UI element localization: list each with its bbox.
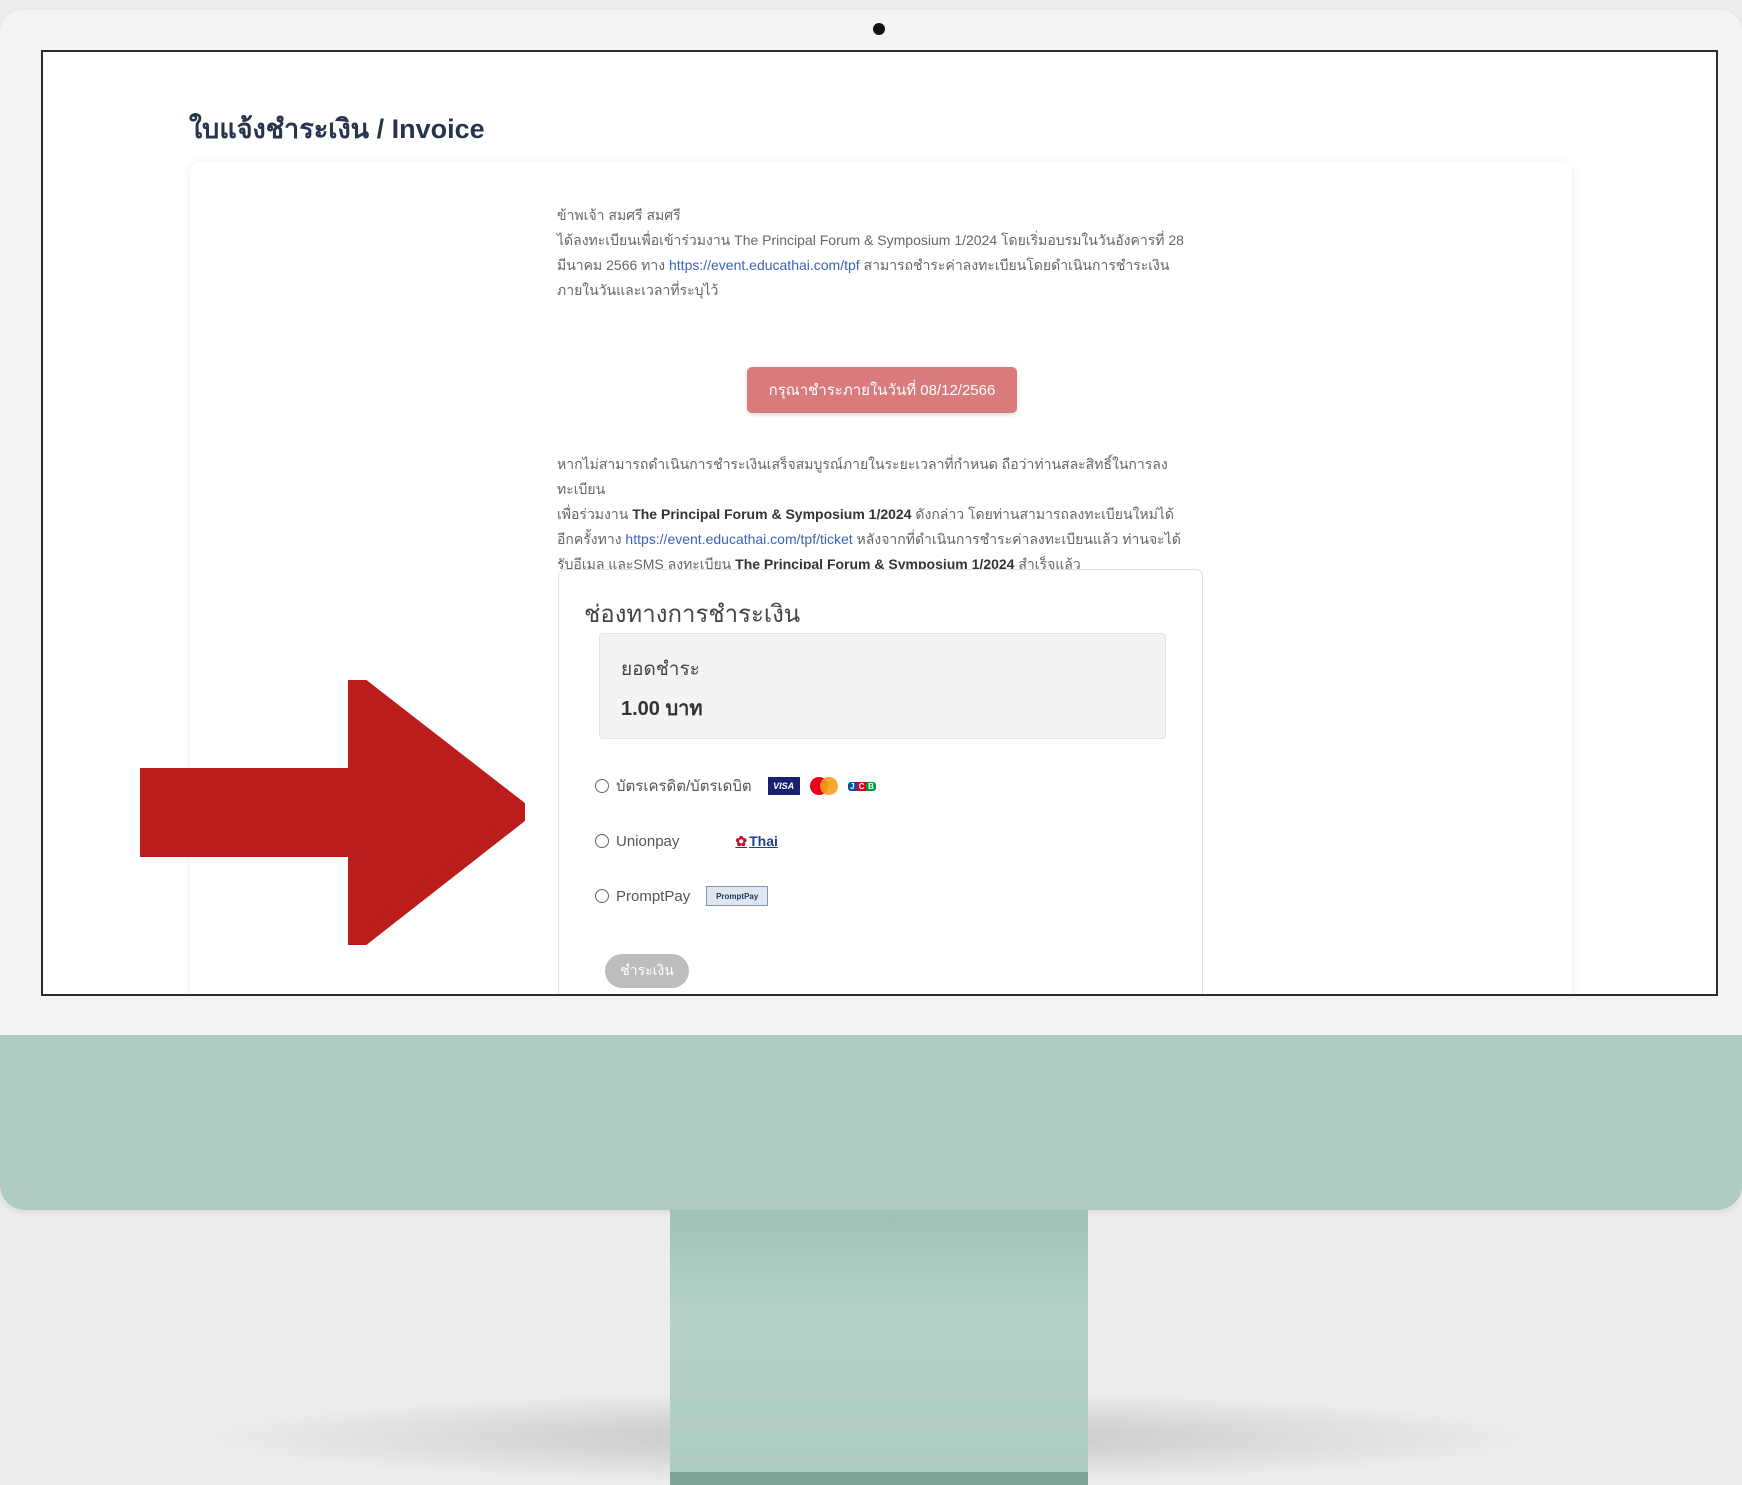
- intro-text-segment: สามารถชำระค่าลงทะเบียนโดยดำเนินการชำระเง…: [859, 257, 1170, 273]
- event-link[interactable]: https://event.educathai.com/tpf: [669, 257, 860, 273]
- unionpay-icon: [693, 832, 727, 850]
- payment-option-unionpay[interactable]: Unionpay ✿ Thai: [595, 829, 788, 853]
- payment-panel: ช่องทางการชำระเงิน ยอดชำระ 1.00 บาท บัตร…: [558, 569, 1203, 994]
- pay-button[interactable]: ชำระเงิน: [605, 954, 689, 988]
- option-label: PromptPay: [616, 887, 691, 905]
- notice-line: อีกครั้งทาง https://event.educathai.com/…: [557, 527, 1207, 552]
- intro-line: ภายในวันและเวลาที่ระบุไว้: [557, 282, 719, 298]
- mastercard-icon: [809, 776, 838, 796]
- payment-option-card[interactable]: บัตรเครดิต/บัตรเดบิต VISA JCB: [595, 774, 886, 798]
- intro-line: ได้ลงทะเบียนเพื่อเข้าร่วมงาน The Princip…: [557, 232, 1184, 248]
- notice-segment: หลังจากที่ดำเนินการชำระค่าลงทะเบียนแล้ว …: [852, 531, 1181, 547]
- intro-text-segment: มีนาคม 2566 ทาง: [557, 257, 669, 273]
- intro-line: มีนาคม 2566 ทาง https://event.educathai.…: [557, 253, 1207, 278]
- amount-box: ยอดชำระ 1.00 บาท: [599, 633, 1166, 739]
- page-title: ใบแจ้งชำระเงิน / Invoice: [189, 114, 485, 144]
- amount-label: ยอดชำระ: [621, 659, 700, 680]
- notice-segment: อีกครั้งทาง: [557, 531, 626, 547]
- notice-text: หากไม่สามารถดำเนินการชำระเงินเสร็จสมบูรณ…: [557, 452, 1207, 577]
- event-name: The Principal Forum & Symposium 1/2024: [632, 506, 912, 522]
- radio-button[interactable]: [595, 889, 609, 903]
- intro-line: ข้าพเจ้า สมศรี สมศรี: [557, 207, 681, 223]
- amount-value: 1.00 บาท: [621, 698, 703, 720]
- due-date-button[interactable]: กรุณาชำระภายในวันที่ 08/12/2566: [747, 367, 1017, 413]
- promptpay-icon: PromptPay: [706, 886, 769, 906]
- visa-icon: VISA: [767, 777, 800, 795]
- arrow-right-icon: [140, 680, 525, 945]
- option-label: บัตรเครดิต/บัตรเดบิต: [616, 778, 752, 795]
- camera-icon: [873, 23, 885, 35]
- notice-line: เพื่อร่วมงาน The Principal Forum & Sympo…: [557, 502, 1207, 527]
- ticket-link[interactable]: https://event.educathai.com/tpf/ticket: [625, 531, 852, 547]
- notice-segment: ดังกล่าว โดยท่านสามารถลงทะเบียนใหม่ได้: [911, 506, 1175, 522]
- option-label: Unionpay: [616, 832, 680, 850]
- imac-stand-base: [670, 1472, 1088, 1485]
- notice-line: หากไม่สามารถดำเนินการชำระเงินเสร็จสมบูรณ…: [557, 456, 1168, 497]
- jcb-icon: JCB: [847, 777, 876, 795]
- notice-segment: เพื่อร่วมงาน: [557, 506, 633, 522]
- imac-stand: [670, 1210, 1088, 1485]
- imac-chin: [0, 1035, 1742, 1210]
- payment-title: ช่องทางการชำระเงิน: [584, 601, 801, 628]
- payment-option-promptpay[interactable]: PromptPay PromptPay: [595, 884, 778, 908]
- radio-button[interactable]: [595, 834, 609, 848]
- intro-text: ข้าพเจ้า สมศรี สมศรี ได้ลงทะเบียนเพื่อเข…: [557, 203, 1207, 303]
- thai-airways-icon: ✿ Thai: [735, 832, 778, 850]
- radio-button[interactable]: [595, 779, 609, 793]
